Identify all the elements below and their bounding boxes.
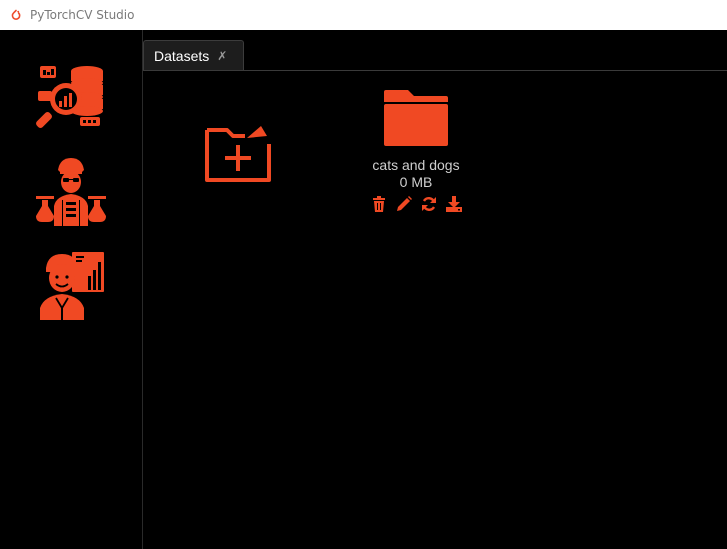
download-icon[interactable] [445, 196, 462, 212]
sidebar [0, 30, 142, 549]
dataset-card: cats and dogs 0 MB [353, 88, 479, 228]
folder-add-icon [205, 126, 271, 182]
edit-icon[interactable] [396, 196, 412, 212]
tab-strip: Datasets ✗ [143, 30, 727, 71]
data-analysis-icon[interactable] [36, 63, 106, 133]
tab-datasets[interactable]: Datasets ✗ [143, 40, 244, 70]
delete-icon[interactable] [371, 196, 387, 212]
tab-close-icon[interactable]: ✗ [217, 50, 227, 62]
dataset-name: cats and dogs [372, 157, 460, 173]
dataset-size: 0 MB [399, 174, 433, 190]
dataset-actions [353, 196, 479, 212]
pytorch-logo-icon [10, 9, 22, 21]
main-panel: Datasets ✗ cats and dogs 0 MB [142, 30, 727, 549]
title-bar: PyTorchCV Studio [0, 0, 727, 30]
presenter-chart-icon[interactable] [36, 250, 106, 320]
tab-label: Datasets [154, 47, 210, 64]
folder-icon[interactable] [382, 88, 450, 148]
refresh-icon[interactable] [421, 196, 437, 212]
window-title: PyTorchCV Studio [30, 8, 135, 22]
new-dataset-button[interactable] [203, 122, 275, 184]
scientist-icon[interactable] [36, 156, 106, 226]
